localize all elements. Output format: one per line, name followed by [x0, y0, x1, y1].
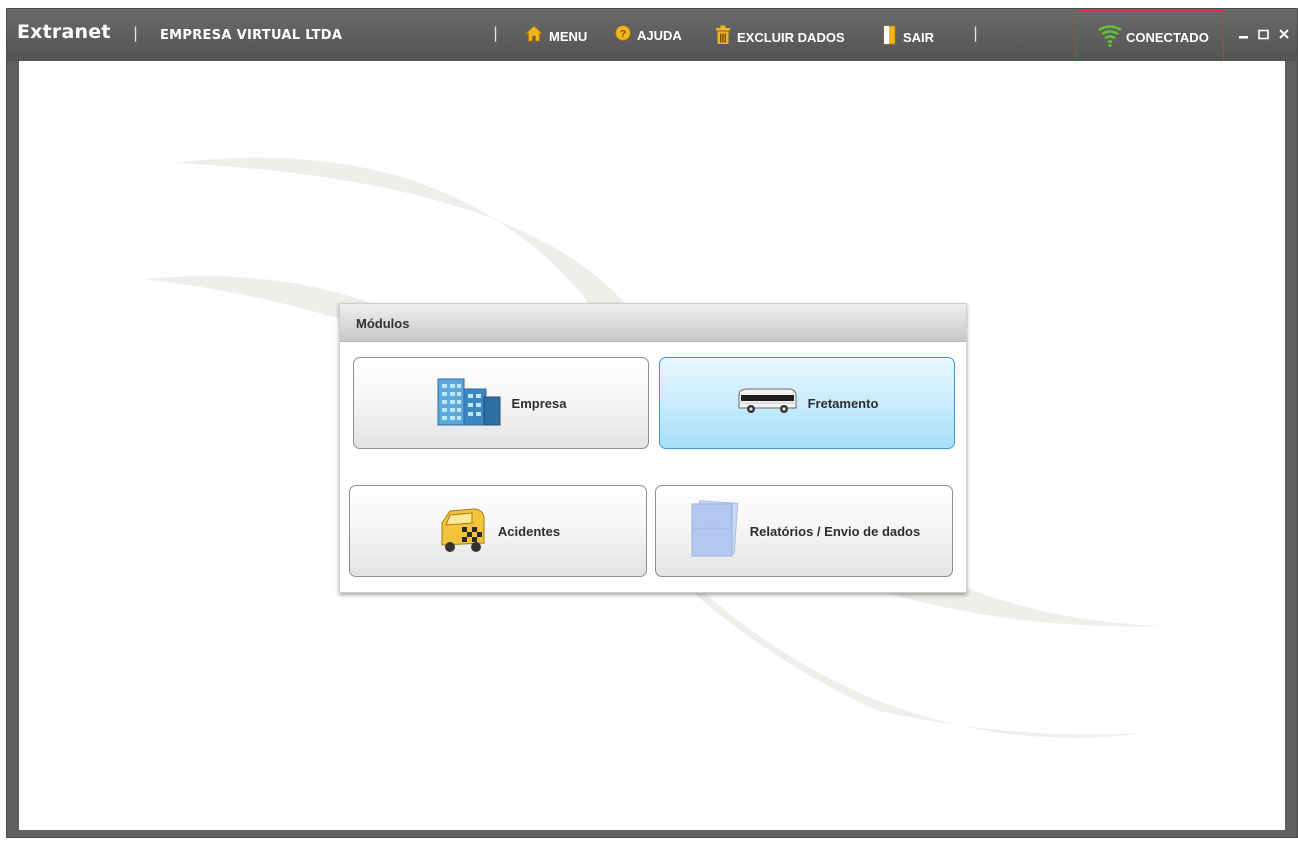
exit-button[interactable]: SAIR — [883, 25, 934, 49]
module-fretamento-label: Fretamento — [807, 395, 879, 411]
help-icon: ? — [615, 25, 631, 45]
svg-text:?: ? — [620, 29, 626, 40]
module-empresa-button[interactable]: Empresa — [353, 357, 649, 449]
maximize-icon[interactable] — [1257, 26, 1271, 40]
module-relatorios-label: Relatórios / Envio de dados — [749, 523, 921, 539]
home-icon — [524, 25, 544, 47]
app-title: Extranet — [17, 21, 111, 43]
delete-data-label: EXCLUIR DADOS — [737, 29, 845, 45]
help-button[interactable]: ? AJUDA — [615, 25, 682, 45]
module-relatorios-button[interactable]: Relatórios / Envio de dados — [655, 485, 953, 577]
close-icon[interactable] — [1277, 26, 1291, 40]
module-acidentes-label: Acidentes — [497, 523, 561, 539]
exit-label: SAIR — [903, 29, 935, 45]
app-window: Extranet | EMPRESA VIRTUAL LTDA | MENU ?… — [6, 8, 1298, 838]
building-icon — [436, 375, 502, 431]
connection-status: CONECTADO — [1075, 10, 1224, 65]
modules-panel-header: Módulos — [340, 304, 966, 342]
module-empresa-label: Empresa — [511, 395, 567, 411]
module-fretamento-button[interactable]: Fretamento — [659, 357, 955, 449]
connection-status-label: CONECTADO — [1126, 30, 1209, 45]
minimize-icon[interactable] — [1237, 26, 1251, 40]
toolbar-separator-left: | — [493, 24, 499, 42]
help-label: AJUDA — [637, 27, 682, 43]
menu-button[interactable]: MENU — [524, 25, 588, 47]
title-separator: | — [133, 24, 139, 42]
toolbar-separator-right: | — [973, 24, 979, 42]
modules-panel: Módulos Empresa Fretamento Acidentes Rel… — [339, 303, 967, 593]
modules-panel-title: Módulos — [356, 316, 410, 331]
documents-icon — [688, 500, 740, 562]
main-content: Módulos Empresa Fretamento Acidentes Rel… — [19, 61, 1285, 830]
menu-label: MENU — [549, 28, 588, 44]
bus-icon — [736, 386, 798, 420]
delete-data-button[interactable]: EXCLUIR DADOS — [715, 25, 845, 49]
title-bar: Extranet | EMPRESA VIRTUAL LTDA | MENU ?… — [7, 9, 1297, 65]
module-acidentes-button[interactable]: Acidentes — [349, 485, 647, 577]
wifi-signal-icon — [1098, 24, 1122, 52]
exit-door-icon — [883, 25, 897, 49]
company-name: EMPRESA VIRTUAL LTDA — [160, 28, 343, 43]
trash-icon — [715, 25, 731, 49]
accident-car-icon — [436, 503, 488, 559]
